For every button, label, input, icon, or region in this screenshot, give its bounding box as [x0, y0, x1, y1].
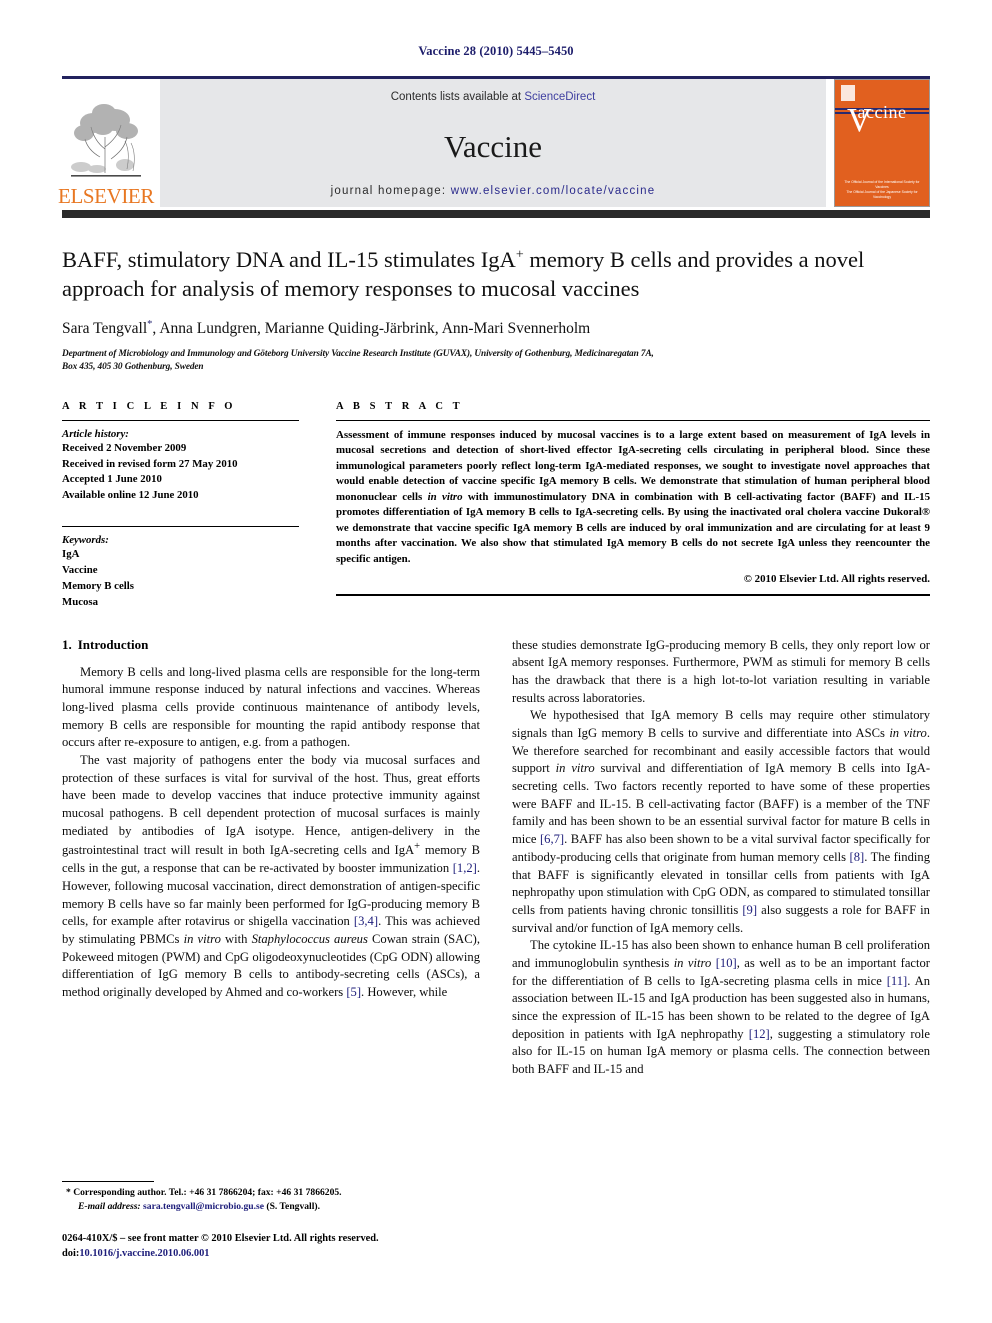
italic-in-vitro: in vitro [673, 955, 712, 970]
rp2-seg-a: We hypothesised that IgA memory B cells … [512, 708, 930, 740]
issn-copyright-line: 0264-410X/$ – see front matter © 2010 El… [62, 1232, 379, 1244]
cover-elsevier-mini-icon [841, 85, 855, 101]
authors-remaining: , Anna Lundgren, Marianne Quiding-Järbri… [152, 319, 591, 337]
title-part-1: BAFF, stimulatory DNA and IL-15 stimulat… [62, 247, 516, 272]
journal-homepage-line: journal homepage: www.elsevier.com/locat… [331, 185, 656, 197]
article-info-column: A R T I C L E I N F O Article history: R… [62, 401, 299, 611]
info-and-abstract-row: A R T I C L E I N F O Article history: R… [62, 401, 930, 611]
citation-ref[interactable]: [10] [716, 956, 737, 970]
intro-right-paragraph-2: We hypothesised that IgA memory B cells … [512, 707, 930, 937]
citation-ref[interactable]: [9] [742, 903, 757, 917]
page-title: BAFF, stimulatory DNA and IL-15 stimulat… [62, 246, 930, 304]
affiliation-line-1: Department of Microbiology and Immunolog… [62, 348, 654, 359]
journal-header-band: ELSEVIER Contents lists available at Sci… [58, 76, 930, 207]
italic-in-vitro: in vitro [889, 726, 927, 740]
keyword-item: IgA [62, 548, 80, 561]
abstract-italic-invitro: in vitro [427, 490, 463, 503]
article-info-label: A R T I C L E I N F O [62, 400, 237, 412]
article-history-label: Article history: [62, 427, 129, 440]
cover-footer-line2: The Official Journal of the Japanese Soc… [846, 189, 918, 199]
keyword-item: Vaccine [62, 563, 98, 576]
intro-right-paragraph-3: The cytokine IL-15 has also been shown t… [512, 937, 930, 1079]
journal-header-center: Contents lists available at ScienceDirec… [160, 79, 826, 207]
imprint-block: 0264-410X/$ – see front matter © 2010 El… [62, 1231, 480, 1261]
elsevier-wordmark: ELSEVIER [58, 184, 154, 208]
history-received: Received 2 November 2009 [62, 441, 187, 454]
italic-in-vitro: in vitro [555, 761, 595, 776]
cover-footer-line1: The Official Journal of the Internationa… [844, 179, 920, 189]
affiliation-line-2: Box 435, 405 30 Gothenburg, Sweden [62, 362, 204, 373]
homepage-prefix: journal homepage: [330, 185, 451, 197]
article-info-divider [62, 419, 299, 421]
email-address-label: E-mail address: [78, 1200, 141, 1212]
abstract-copyright: © 2010 Elsevier Ltd. All rights reserved… [743, 573, 930, 586]
citation-ref[interactable]: [1,2] [453, 861, 477, 875]
intro-paragraph-1: Memory B cells and long-lived plasma cel… [62, 664, 480, 750]
title-block: BAFF, stimulatory DNA and IL-15 stimulat… [62, 246, 930, 375]
author-list: Sara Tengvall*, Anna Lundgren, Marianne … [62, 319, 930, 338]
title-superscript: + [515, 247, 524, 263]
footnote-rule [62, 1181, 154, 1183]
abstract-column: A B S T R A C T Assessment of immune res… [336, 401, 930, 611]
keyword-item: Memory B cells [62, 579, 134, 592]
intro-right-paragraph-1: these studies demonstrate IgG-producing … [512, 637, 930, 705]
corresponding-author-note: * Corresponding author. Tel.: +46 31 786… [62, 1186, 480, 1214]
keywords-label: Keywords: [62, 534, 109, 547]
header-bottom-rule [62, 210, 930, 218]
doi-line: doi:10.1016/j.vaccine.2010.06.001 [62, 1246, 480, 1261]
body-columns: 1. Introduction Memory B cells and long-l… [62, 637, 930, 1079]
journal-homepage-link[interactable]: www.elsevier.com/locate/vaccine [451, 185, 656, 197]
citation-ref[interactable]: [11] [887, 974, 908, 988]
italic-species-name: Staphylococcus aureus [251, 932, 368, 947]
italic-in-vitro: in vitro [183, 932, 221, 947]
keywords-divider [62, 526, 299, 528]
footnote-contact: Corresponding author. Tel.: +46 31 78662… [70, 1187, 342, 1199]
affiliation: Department of Microbiology and Immunolog… [62, 348, 930, 375]
intro-paragraph-2: The vast majority of pathogens enter the… [62, 752, 480, 1002]
citation-ref[interactable]: [6,7] [540, 832, 564, 846]
abstract-bottom-rule [336, 594, 930, 597]
contents-prefix: Contents lists available at [390, 91, 525, 103]
contents-available-line: Contents lists available at ScienceDirec… [391, 91, 596, 103]
section-title: Introduction [77, 636, 149, 652]
keyword-item: Mucosa [62, 595, 98, 608]
footnote-block: * Corresponding author. Tel.: +46 31 786… [62, 1181, 480, 1261]
cover-v-letter: V [847, 102, 872, 139]
elsevier-logo: ELSEVIER [58, 79, 154, 207]
email-owner: (S. Tengvall). [263, 1200, 320, 1212]
p2-seg-e: with [220, 932, 252, 947]
history-revised: Received in revised form 27 May 2010 [62, 457, 238, 470]
citation-ref[interactable]: [5] [346, 985, 361, 999]
abstract-label: A B S T R A C T [336, 400, 464, 412]
citation-ref[interactable]: [12] [749, 1027, 770, 1041]
history-accepted: Accepted 1 June 2010 [62, 473, 162, 486]
author-first: Sara Tengvall [62, 319, 148, 337]
running-head: Vaccine 28 (2010) 5445–5450 [418, 44, 574, 58]
doi-link[interactable]: 10.1016/j.vaccine.2010.06.001 [79, 1248, 209, 1259]
citation-ref[interactable]: [8] [850, 850, 865, 864]
section-heading-introduction: 1. Introduction [62, 637, 480, 653]
journal-title: Vaccine [443, 128, 543, 164]
elsevier-tree-icon [67, 97, 145, 185]
article-page: Vaccine 28 (2010) 5445–5450 ELSEVIER Con… [0, 0, 992, 1323]
journal-cover-thumbnail: accine V The Official Journal of the Int… [834, 79, 930, 207]
body-column-right: these studies demonstrate IgG-producing … [512, 637, 930, 1079]
section-number: 1. [62, 636, 72, 652]
email-address-link[interactable]: sara.tengvall@microbio.gu.se [143, 1201, 264, 1212]
cover-footer-text: The Official Journal of the Internationa… [839, 180, 925, 200]
abstract-text: Assessment of immune responses induced b… [336, 428, 930, 567]
citation-ref[interactable]: [3,4] [354, 914, 378, 928]
body-column-left: 1. Introduction Memory B cells and long-l… [62, 637, 480, 1079]
sciencedirect-link[interactable]: ScienceDirect [524, 91, 595, 103]
p2-seg-g: . However, while [361, 985, 448, 1000]
doi-label: doi: [62, 1247, 80, 1259]
history-online: Available online 12 June 2010 [62, 489, 199, 502]
abstract-divider [336, 419, 930, 421]
